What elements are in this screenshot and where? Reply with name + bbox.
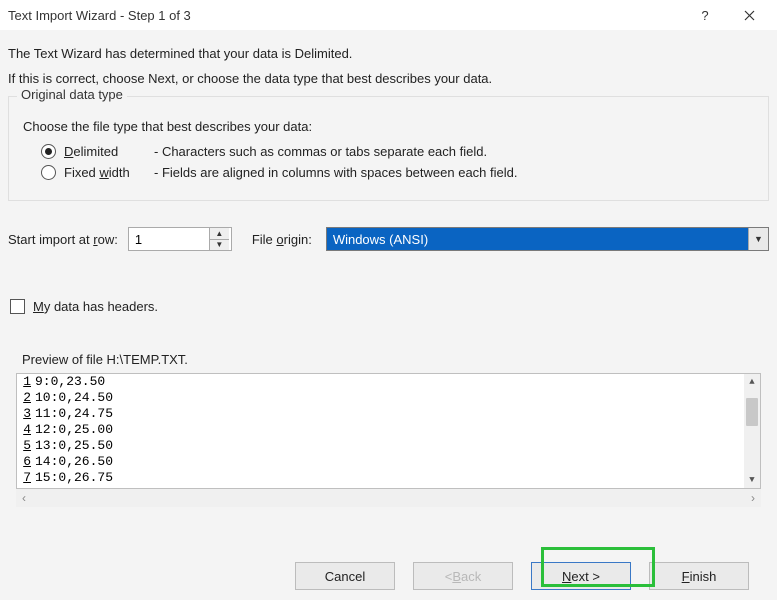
cancel-button[interactable]: Cancel (295, 562, 395, 590)
button-row: Cancel < Back Next > Finish (295, 562, 749, 590)
spinner-up-icon[interactable]: ▲ (210, 228, 229, 239)
scroll-up-icon[interactable]: ▲ (744, 374, 760, 390)
start-row-input[interactable] (129, 228, 209, 250)
preview-line: 513:0,25.50 (17, 438, 760, 454)
delimited-desc: - Characters such as commas or tabs sepa… (154, 144, 487, 159)
fixed-width-radio[interactable] (41, 165, 56, 180)
fixed-width-desc: - Fields are aligned in columns with spa… (154, 165, 517, 180)
group-legend: Original data type (17, 87, 127, 102)
headers-checkbox[interactable] (10, 299, 25, 314)
scroll-right-icon[interactable]: › (751, 491, 755, 505)
help-button[interactable]: ? (683, 0, 727, 30)
close-icon (744, 10, 755, 21)
line-number: 6 (17, 454, 33, 470)
horizontal-scrollbar[interactable]: ‹ › (16, 489, 761, 507)
line-text: 9:0,23.50 (33, 374, 105, 390)
file-origin-label: File origin: (252, 232, 312, 247)
fixed-width-radio-row[interactable]: Fixed width - Fields are aligned in colu… (41, 165, 758, 180)
radio-dot-icon (45, 148, 52, 155)
delimited-label: Delimited (64, 144, 154, 159)
line-number: 1 (17, 374, 33, 390)
start-row-spinner[interactable]: ▲ ▼ (128, 227, 232, 251)
mid-row: Start import at row: ▲ ▼ File origin: Wi… (8, 227, 769, 251)
delimited-radio-row[interactable]: Delimited - Characters such as commas or… (41, 144, 758, 159)
scroll-thumb[interactable] (746, 398, 758, 426)
headers-checkbox-row[interactable]: My data has headers. (10, 299, 769, 314)
scroll-down-icon[interactable]: ▼ (744, 472, 760, 488)
fixed-width-label: Fixed width (64, 165, 154, 180)
line-text: 12:0,25.00 (33, 422, 113, 438)
delimited-radio[interactable] (41, 144, 56, 159)
file-origin-selected: Windows (ANSI) (327, 228, 748, 250)
line-text: 14:0,26.50 (33, 454, 113, 470)
line-number: 4 (17, 422, 33, 438)
headers-label: My data has headers. (33, 299, 158, 314)
finish-button[interactable]: Finish (649, 562, 749, 590)
preview-line: 19:0,23.50 (17, 374, 760, 390)
preview-line: 614:0,26.50 (17, 454, 760, 470)
spinner-down-icon[interactable]: ▼ (210, 239, 229, 251)
scroll-track[interactable] (744, 390, 760, 472)
back-button: < Back (413, 562, 513, 590)
file-origin-select[interactable]: Windows (ANSI) ▼ (326, 227, 769, 251)
preview-label: Preview of file H:\TEMP.TXT. (22, 352, 769, 367)
line-text: 15:0,26.75 (33, 470, 113, 486)
preview-box: 19:0,23.50210:0,24.50311:0,24.75412:0,25… (16, 373, 761, 489)
original-data-type-group: Original data type Choose the file type … (8, 96, 769, 201)
line-number: 3 (17, 406, 33, 422)
intro-line-1: The Text Wizard has determined that your… (8, 46, 769, 61)
preview-wrap: 19:0,23.50210:0,24.50311:0,24.75412:0,25… (16, 373, 761, 489)
preview-line: 311:0,24.75 (17, 406, 760, 422)
preview-line: 715:0,26.75 (17, 470, 760, 486)
wizard-window: Text Import Wizard - Step 1 of 3 ? The T… (0, 0, 777, 600)
line-text: 11:0,24.75 (33, 406, 113, 422)
preview-line: 210:0,24.50 (17, 390, 760, 406)
preview-line: 412:0,25.00 (17, 422, 760, 438)
line-text: 10:0,24.50 (33, 390, 113, 406)
vertical-scrollbar[interactable]: ▲ ▼ (744, 374, 760, 488)
content-area: The Text Wizard has determined that your… (0, 30, 777, 507)
next-button[interactable]: Next > (531, 562, 631, 590)
titlebar: Text Import Wizard - Step 1 of 3 ? (0, 0, 777, 30)
scroll-left-icon[interactable]: ‹ (22, 491, 26, 505)
line-number: 5 (17, 438, 33, 454)
line-text: 13:0,25.50 (33, 438, 113, 454)
close-button[interactable] (727, 0, 771, 30)
line-number: 7 (17, 470, 33, 486)
intro-line-2: If this is correct, choose Next, or choo… (8, 71, 769, 86)
spinner-arrows: ▲ ▼ (209, 228, 229, 250)
start-row-label: Start import at row: (8, 232, 118, 247)
chevron-down-icon[interactable]: ▼ (748, 228, 768, 250)
window-title: Text Import Wizard - Step 1 of 3 (8, 8, 683, 23)
choose-file-type-label: Choose the file type that best describes… (23, 119, 758, 134)
line-number: 2 (17, 390, 33, 406)
